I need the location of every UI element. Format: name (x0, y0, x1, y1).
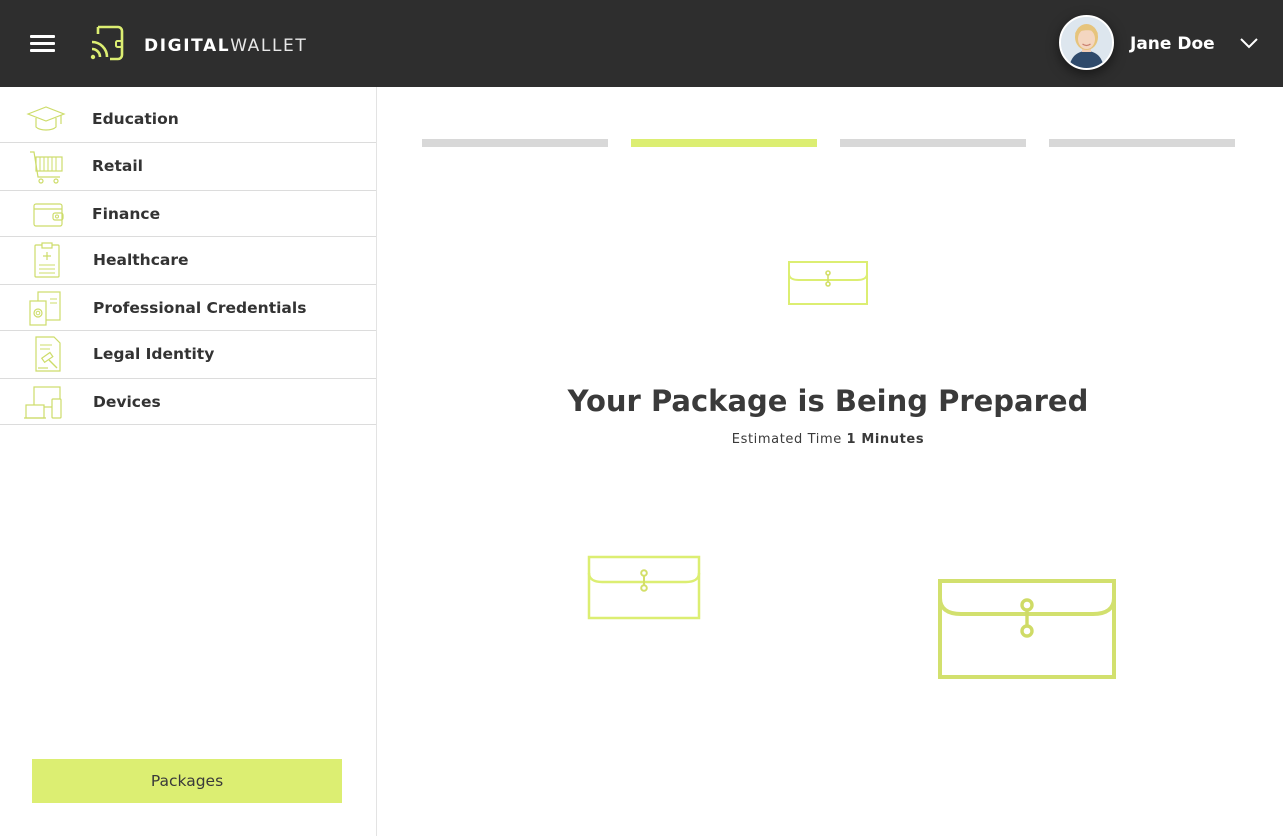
sidebar-item-retail[interactable]: Retail (0, 143, 376, 191)
sidebar-item-label: Devices (93, 393, 161, 411)
sidebar-item-professional-credentials[interactable]: Professional Credentials (0, 285, 376, 331)
devices-icon (24, 386, 62, 419)
sidebar-item-label: Legal Identity (93, 345, 215, 363)
medical-clipboard-icon (34, 242, 60, 278)
brand-name: DIGITALWALLET (144, 36, 307, 56)
sidebar: Education Retail Finance Healthcare Prof… (0, 87, 377, 836)
avatar-portrait (1061, 17, 1112, 68)
graduation-cap-icon (26, 106, 66, 131)
sidebar-item-devices[interactable]: Devices (0, 379, 376, 425)
chevron-down-icon[interactable] (1238, 34, 1260, 52)
sidebar-item-label: Retail (92, 157, 143, 175)
shopping-cart-icon (30, 151, 63, 184)
packages-button[interactable]: Packages (32, 759, 342, 803)
estimated-time-value: 1 Minutes (846, 432, 925, 447)
estimated-time: Estimated Time 1 Minutes (440, 432, 1216, 447)
hamburger-menu-icon[interactable] (28, 32, 58, 56)
logo-wallet-icon (90, 25, 124, 61)
progress-step-2-active (631, 139, 817, 147)
progress-step-4 (1049, 139, 1235, 147)
user-name[interactable]: Jane Doe (1130, 34, 1215, 54)
sidebar-item-label: Education (92, 110, 179, 128)
wallet-icon (33, 203, 64, 227)
sidebar-item-label: Finance (92, 205, 161, 223)
gavel-document-icon (35, 336, 61, 372)
envelope-icon (587, 555, 701, 620)
page-title: Your Package is Being Prepared (567, 384, 1089, 418)
credential-badge-icon (29, 291, 61, 326)
progress-step-1 (422, 139, 608, 147)
estimated-time-label: Estimated Time (731, 432, 842, 447)
progress-step-3 (840, 139, 1026, 147)
envelope-icon (788, 261, 868, 305)
top-bar: DIGITALWALLET Jane Doe (0, 0, 1283, 87)
sidebar-item-label: Healthcare (93, 251, 189, 269)
brand-name-light: WALLET (230, 36, 308, 56)
envelope-icon (938, 579, 1116, 679)
sidebar-item-label: Professional Credentials (93, 299, 307, 317)
user-avatar[interactable] (1059, 15, 1114, 70)
sidebar-item-education[interactable]: Education (0, 96, 376, 143)
sidebar-item-finance[interactable]: Finance (0, 191, 376, 237)
sidebar-item-healthcare[interactable]: Healthcare (0, 237, 376, 285)
sidebar-item-legal-identity[interactable]: Legal Identity (0, 331, 376, 379)
brand-name-bold: DIGITAL (144, 36, 231, 56)
